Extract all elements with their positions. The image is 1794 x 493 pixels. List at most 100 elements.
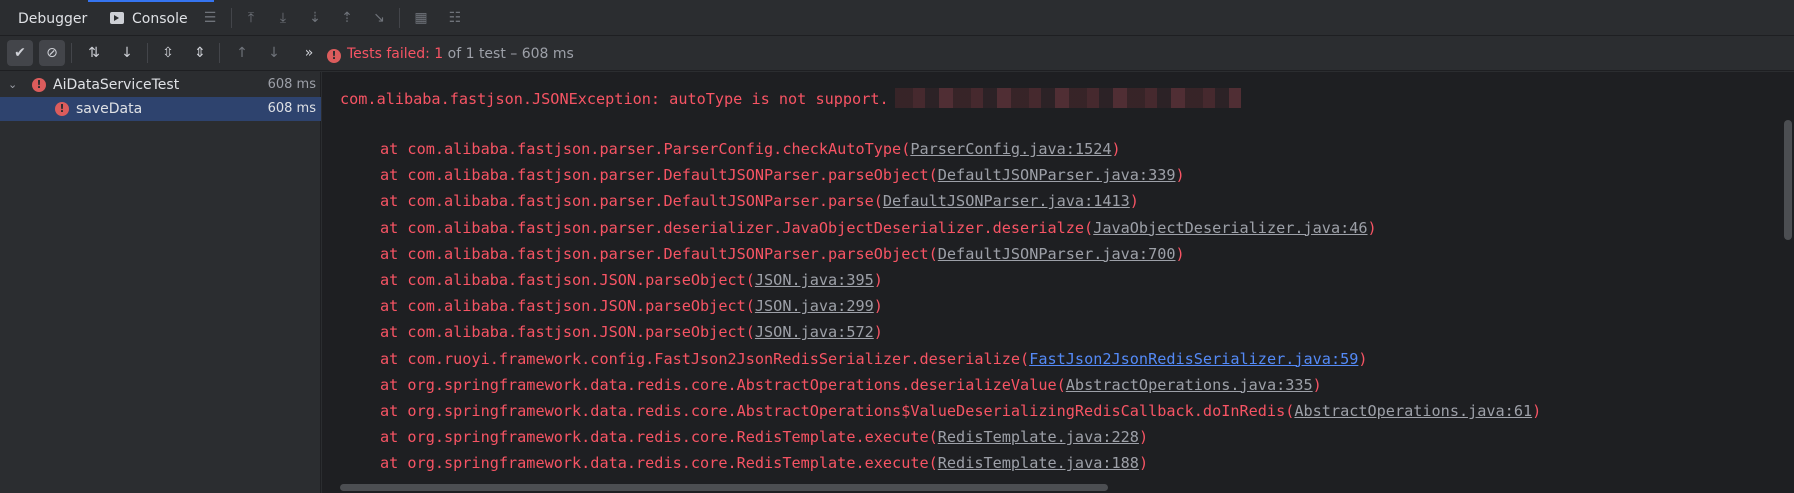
console-icon (110, 12, 124, 24)
settings-icon[interactable]: ☷ (446, 9, 464, 27)
source-link[interactable]: JSON.java:395 (755, 271, 874, 289)
stack-frame-text: at com.alibaba.fastjson.parser.DefaultJS… (380, 192, 883, 211)
stack-frame-line: at com.alibaba.fastjson.parser.ParserCon… (380, 140, 1121, 158)
source-link[interactable]: DefaultJSONParser.java:700 (938, 245, 1176, 263)
closing-paren: ) (1175, 244, 1185, 263)
stack-frame-line: at org.springframework.data.redis.core.A… (380, 402, 1541, 420)
source-link[interactable]: RedisTemplate.java:188 (938, 454, 1139, 472)
console-output[interactable]: com.alibaba.fastjson.JSONException: auto… (322, 72, 1794, 493)
stack-frame-line: at com.alibaba.fastjson.parser.DefaultJS… (380, 192, 1139, 210)
stack-frame-text: at org.springframework.data.redis.core.A… (380, 402, 1295, 420)
test-class-name: AiDataServiceTest (53, 77, 180, 93)
source-link[interactable]: JavaObjectDeserializer.java:46 (1093, 219, 1367, 237)
sort-duration-icon[interactable]: ↓ (114, 40, 140, 66)
stack-frame-line: at org.springframework.data.redis.core.R… (380, 428, 1148, 446)
stack-frame-line: at org.springframework.data.redis.core.R… (380, 454, 1148, 472)
error-icon: ! (32, 78, 46, 92)
restore-layout-icon[interactable]: ⤒ (242, 9, 260, 27)
horizontal-scrollbar[interactable] (340, 484, 1108, 491)
stack-frame-text: at org.springframework.data.redis.core.A… (380, 375, 1066, 394)
stack-frame-text: at com.alibaba.fastjson.JSON.parseObject… (380, 297, 755, 316)
run-to-cursor-icon[interactable]: ↘ (370, 9, 388, 27)
step-out-icon[interactable]: ⇡ (338, 9, 356, 27)
previous-failed-icon[interactable]: ↑ (229, 40, 255, 66)
source-link[interactable]: AbstractOperations.java:335 (1066, 376, 1313, 394)
source-link[interactable]: DefaultJSONParser.java:1413 (883, 192, 1130, 210)
vertical-scrollbar[interactable] (1784, 120, 1792, 240)
test-method-name: saveData (76, 101, 143, 117)
stack-frame-text: at com.alibaba.fastjson.parser.DefaultJS… (380, 244, 938, 263)
stack-frame-text: at com.alibaba.fastjson.parser.ParserCon… (380, 140, 911, 158)
closing-paren: ) (873, 323, 883, 342)
source-link[interactable]: RedisTemplate.java:228 (938, 428, 1139, 446)
source-link[interactable]: DefaultJSONParser.java:339 (938, 166, 1176, 184)
collapse-all-icon[interactable]: ⇕ (187, 40, 213, 66)
closing-paren: ) (1532, 402, 1542, 420)
tab-console-label: Console (132, 11, 188, 27)
source-link[interactable]: FastJson2JsonRedisSerializer.java:59 (1029, 350, 1358, 368)
stack-frame-line: at com.alibaba.fastjson.parser.DefaultJS… (380, 166, 1185, 184)
list-icon[interactable]: ☰ (201, 9, 219, 27)
tool-window-tab-bar: Debugger Console ☰ ⤒ ⤓ ⇣ ⇡ ↘ ▦ ☷ (0, 0, 1794, 36)
source-link[interactable]: JSON.java:299 (755, 297, 874, 315)
tests-failed-label: Tests failed: 1 (347, 46, 444, 62)
closing-paren: ) (1312, 375, 1322, 394)
closing-paren: ) (1138, 454, 1149, 473)
test-duration: 608 ms (267, 101, 316, 116)
tab-debugger[interactable]: Debugger (18, 0, 87, 36)
closing-paren: ) (1111, 140, 1121, 158)
redacted-text (894, 88, 1241, 108)
error-icon: ! (55, 102, 69, 116)
test-tree: ⌄ ! AiDataServiceTest 608 ms ! saveData … (0, 72, 321, 493)
sort-alpha-icon[interactable]: ⇅ (81, 40, 107, 66)
exception-line: com.alibaba.fastjson.JSONException: auto… (340, 88, 1241, 108)
stack-frame-text: at com.alibaba.fastjson.parser.deseriali… (380, 218, 1094, 237)
toolbar-separator (231, 8, 232, 28)
next-failed-icon[interactable]: ↓ (261, 40, 287, 66)
test-status: ! Tests failed: 1 of 1 test – 608 ms (327, 37, 574, 71)
stack-frame-text: at com.alibaba.fastjson.JSON.parseObject… (380, 271, 755, 289)
toolbar-separator (399, 8, 400, 28)
chevron-down-icon[interactable]: ⌄ (8, 73, 17, 97)
source-link[interactable]: AbstractOperations.java:61 (1294, 402, 1532, 420)
closing-paren: ) (1367, 218, 1377, 237)
closing-paren: ) (873, 271, 883, 289)
closing-paren: ) (1175, 166, 1185, 185)
stack-frame-text: at com.alibaba.fastjson.JSON.parseObject… (380, 323, 755, 342)
toolbar-separator (219, 43, 220, 63)
step-into-icon[interactable]: ⇣ (306, 9, 324, 27)
test-duration: 608 ms (267, 77, 316, 92)
tree-node-test-method[interactable]: ! saveData 608 ms (0, 97, 321, 121)
source-link[interactable]: ParserConfig.java:1524 (910, 140, 1111, 158)
toolbar-separator (71, 43, 72, 63)
stack-frame-line: at com.alibaba.fastjson.parser.DefaultJS… (380, 245, 1185, 263)
show-ignored-icon[interactable]: ⊘ (39, 40, 65, 66)
closing-paren: ) (1358, 349, 1368, 368)
tests-summary-label: of 1 test – 608 ms (443, 46, 574, 62)
exception-message: com.alibaba.fastjson.JSONException: auto… (340, 90, 889, 108)
more-icon[interactable]: » (296, 40, 322, 66)
evaluate-icon[interactable]: ▦ (412, 9, 430, 27)
stack-frame-line: at com.alibaba.fastjson.JSON.parseObject… (380, 271, 883, 289)
active-tab-underline (88, 0, 214, 2)
tab-console[interactable]: Console (88, 0, 214, 36)
test-runner-toolbar: ✔ ⊘ ⇅ ↓ ⇳ ⇕ ↑ ↓ » ! Tests failed: 1 of 1 … (0, 37, 1794, 71)
stack-frame-line: at org.springframework.data.redis.core.A… (380, 376, 1322, 394)
closing-paren: ) (873, 297, 883, 316)
stack-frame-text: at org.springframework.data.redis.core.R… (380, 428, 938, 447)
toolbar-separator (147, 43, 148, 63)
closing-paren: ) (1129, 192, 1139, 211)
show-passed-icon[interactable]: ✔ (7, 40, 33, 66)
stack-frame-text: at com.alibaba.fastjson.parser.DefaultJS… (380, 166, 938, 185)
stack-frame-text: at com.ruoyi.framework.config.FastJson2J… (380, 349, 1030, 368)
stack-frame-line: at com.ruoyi.framework.config.FastJson2J… (380, 350, 1368, 368)
stack-frame-line: at com.alibaba.fastjson.parser.deseriali… (380, 219, 1377, 237)
stack-frame-line: at com.alibaba.fastjson.JSON.parseObject… (380, 323, 883, 341)
step-over-icon[interactable]: ⤓ (274, 9, 292, 27)
stack-frame-text: at org.springframework.data.redis.core.R… (380, 454, 938, 473)
tree-node-test-class[interactable]: ⌄ ! AiDataServiceTest 608 ms (0, 73, 321, 97)
expand-all-icon[interactable]: ⇳ (155, 40, 181, 66)
error-icon: ! (327, 49, 341, 63)
source-link[interactable]: JSON.java:572 (755, 323, 874, 341)
closing-paren: ) (1138, 428, 1149, 447)
